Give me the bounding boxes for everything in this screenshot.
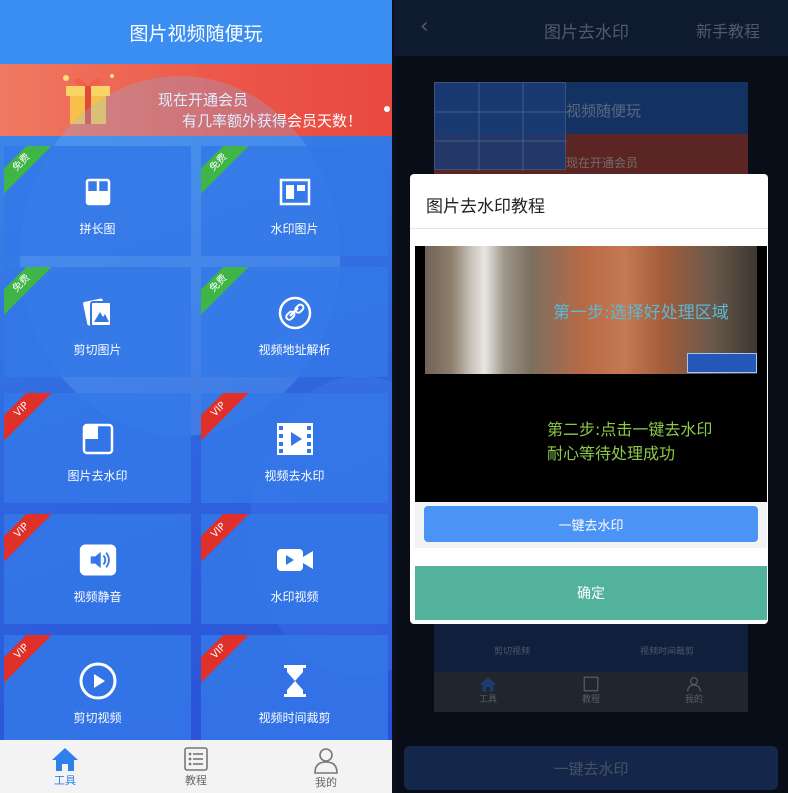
user-icon xyxy=(314,748,338,774)
tool-label: 剪切视频 xyxy=(73,710,122,725)
tool-label: 拼长图 xyxy=(79,221,116,236)
bottom-tab-bar: 工具 教程 我的 xyxy=(0,740,392,793)
tool-grid: 免费 拼长图 免费 水印图片 免费 剪切图片 免费 视频地址解析 VIP 图片去… xyxy=(0,76,392,745)
confirm-label: 确定 xyxy=(577,586,605,602)
tool-label: 视频去水印 xyxy=(264,468,325,483)
vip-badge: VIP xyxy=(201,635,254,687)
watermark-image-icon xyxy=(275,172,315,212)
tool-label: 视频地址解析 xyxy=(258,342,331,357)
crop-image-icon xyxy=(78,293,118,333)
tool-long-image[interactable]: 免费 拼长图 xyxy=(4,146,191,256)
free-badge: 免费 xyxy=(201,146,254,198)
tool-watermark-image[interactable]: 免费 水印图片 xyxy=(201,146,388,256)
screen: 图片视频随便玩 现在开通会员 有几率额外获得会员天数！ 免费 拼长图 免费 水印… xyxy=(0,0,788,793)
watermark-selection-box xyxy=(687,353,757,373)
tool-video-link-parse[interactable]: 免费 视频地址解析 xyxy=(201,267,388,377)
carousel-dot xyxy=(384,106,390,112)
free-badge: 免费 xyxy=(4,267,57,319)
tool-label: 水印视频 xyxy=(270,589,319,604)
tool-video-time-trim[interactable]: VIP 视频时间裁剪 xyxy=(201,635,388,745)
divider xyxy=(410,228,768,229)
tutorial-dialog: 图片去水印教程 第一步:选择好处理区域 第二步:点击一键去水印 耐心等待处理成功… xyxy=(410,174,768,624)
background-shape xyxy=(20,76,340,436)
home-icon xyxy=(52,748,78,771)
step-two-text: 第二步:点击一键去水印 耐心等待处理成功 xyxy=(547,418,712,466)
tab-mine[interactable]: 我的 xyxy=(296,746,356,790)
step-two-line-2: 耐心等待处理成功 xyxy=(547,444,676,463)
tool-label: 视频静音 xyxy=(73,589,122,604)
tool-remove-video-watermark[interactable]: VIP 视频去水印 xyxy=(201,393,388,503)
vip-badge: VIP xyxy=(201,514,254,566)
video-camera-icon xyxy=(275,540,315,580)
tool-label: 剪切图片 xyxy=(73,342,122,357)
link-icon xyxy=(275,293,315,333)
tool-crop-image[interactable]: 免费 剪切图片 xyxy=(4,267,191,377)
tool-label: 视频时间裁剪 xyxy=(258,710,331,725)
remove-watermark-screen: ‹ 图片去水印 新手教程 视频随便玩 现在开通会员 剪切视频 视频时间裁剪 工具… xyxy=(394,0,788,793)
tool-label: 图片去水印 xyxy=(67,468,128,483)
tab-label: 教程 xyxy=(185,774,207,787)
demo-remove-button[interactable]: 一键去水印 xyxy=(424,506,758,542)
tool-remove-image-watermark[interactable]: VIP 图片去水印 xyxy=(4,393,191,503)
hourglass-icon xyxy=(275,661,315,701)
tab-label: 我的 xyxy=(315,776,337,789)
tools-screen: 图片视频随便玩 现在开通会员 有几率额外获得会员天数！ 免费 拼长图 免费 水印… xyxy=(0,0,392,793)
tab-tutorial[interactable]: 教程 xyxy=(166,746,226,788)
free-badge: 免费 xyxy=(201,267,254,319)
tab-label: 工具 xyxy=(54,774,76,787)
demo-button-label: 一键去水印 xyxy=(558,518,624,534)
tool-label: 水印图片 xyxy=(270,221,319,236)
free-badge: 免费 xyxy=(4,146,57,198)
play-circle-icon xyxy=(78,661,118,701)
vip-badge: VIP xyxy=(4,635,57,687)
mute-video-icon xyxy=(78,540,118,580)
app-header: 图片视频随便玩 xyxy=(0,0,392,64)
app-title: 图片视频随便玩 xyxy=(129,22,263,45)
tool-mute-video[interactable]: VIP 视频静音 xyxy=(4,514,191,624)
vip-badge: VIP xyxy=(4,393,57,445)
confirm-button[interactable]: 确定 xyxy=(415,566,767,620)
tool-cut-video[interactable]: VIP 剪切视频 xyxy=(4,635,191,745)
tool-watermark-video[interactable]: VIP 水印视频 xyxy=(201,514,388,624)
step-two-line-1: 第二步:点击一键去水印 xyxy=(547,420,713,439)
vip-badge: VIP xyxy=(201,393,254,445)
long-image-icon xyxy=(78,172,118,212)
step-one-text: 第一步:选择好处理区域 xyxy=(553,303,729,323)
tutorial-video[interactable]: 第一步:选择好处理区域 第二步:点击一键去水印 耐心等待处理成功 xyxy=(415,246,767,502)
remove-image-watermark-icon xyxy=(78,419,118,459)
list-icon xyxy=(184,747,208,771)
tab-tools[interactable]: 工具 xyxy=(35,746,95,788)
dialog-title: 图片去水印教程 xyxy=(426,197,545,217)
vip-badge: VIP xyxy=(4,514,57,566)
remove-video-watermark-icon xyxy=(275,419,315,459)
